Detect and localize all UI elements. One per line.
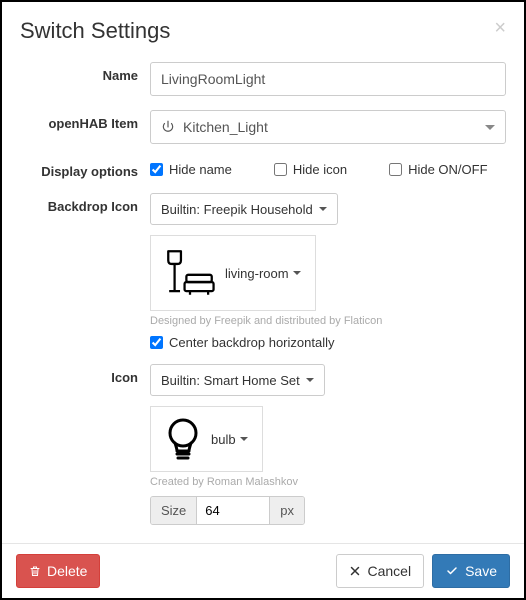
check-icon — [445, 565, 459, 577]
chevron-down-icon — [319, 207, 327, 211]
label-display-options: Display options — [20, 158, 150, 179]
living-room-icon — [159, 244, 221, 302]
hide-onoff-checkbox[interactable]: Hide ON/OFF — [389, 162, 487, 177]
item-select[interactable]: Kitchen_Light — [150, 110, 506, 144]
chevron-down-icon — [485, 125, 495, 130]
delete-button[interactable]: Delete — [16, 554, 100, 588]
backdrop-iconset-value: Builtin: Freepik Household — [161, 202, 313, 217]
icon-size-input[interactable] — [197, 497, 269, 524]
dialog-title: Switch Settings — [20, 18, 170, 44]
icon-credit: Created by Roman Malashkov — [150, 476, 506, 488]
backdrop-credit: Designed by Freepik and distributed by F… — [150, 315, 506, 327]
backdrop-icon-preview[interactable]: living-room — [150, 235, 316, 311]
cancel-label: Cancel — [367, 563, 411, 579]
power-icon — [161, 120, 175, 134]
chevron-down-icon — [240, 437, 248, 441]
close-icon[interactable]: × — [494, 18, 506, 38]
icon-iconset-value: Builtin: Smart Home Set — [161, 373, 300, 388]
center-backdrop-checkbox[interactable]: Center backdrop horizontally — [150, 335, 506, 350]
icon-size-group: Size px — [150, 496, 305, 525]
icon-iconset-select[interactable]: Builtin: Smart Home Set — [150, 364, 325, 396]
hide-onoff-label: Hide ON/OFF — [408, 162, 487, 177]
save-label: Save — [465, 563, 497, 579]
item-select-value: Kitchen_Light — [183, 119, 268, 135]
icon-preview-label: bulb — [211, 432, 236, 447]
chevron-down-icon — [293, 271, 301, 275]
icon-preview[interactable]: bulb — [150, 406, 263, 472]
delete-label: Delete — [47, 563, 87, 579]
backdrop-iconset-select[interactable]: Builtin: Freepik Household — [150, 193, 338, 225]
label-openhab-item: openHAB Item — [20, 110, 150, 131]
label-name: Name — [20, 62, 150, 83]
name-input[interactable] — [150, 62, 506, 96]
hide-name-label: Hide name — [169, 162, 232, 177]
save-button[interactable]: Save — [432, 554, 510, 588]
trash-icon — [29, 565, 41, 577]
bulb-icon — [159, 415, 207, 463]
label-backdrop-icon: Backdrop Icon — [20, 193, 150, 214]
chevron-down-icon — [306, 378, 314, 382]
hide-icon-label: Hide icon — [293, 162, 347, 177]
hide-name-checkbox[interactable]: Hide name — [150, 162, 232, 177]
size-addon-label: Size — [151, 497, 197, 524]
cancel-button[interactable]: Cancel — [336, 554, 424, 588]
label-icon: Icon — [20, 364, 150, 385]
size-addon-unit: px — [269, 497, 304, 524]
center-backdrop-label: Center backdrop horizontally — [169, 335, 334, 350]
hide-icon-checkbox[interactable]: Hide icon — [274, 162, 347, 177]
close-icon — [349, 565, 361, 577]
backdrop-preview-label: living-room — [225, 266, 289, 281]
